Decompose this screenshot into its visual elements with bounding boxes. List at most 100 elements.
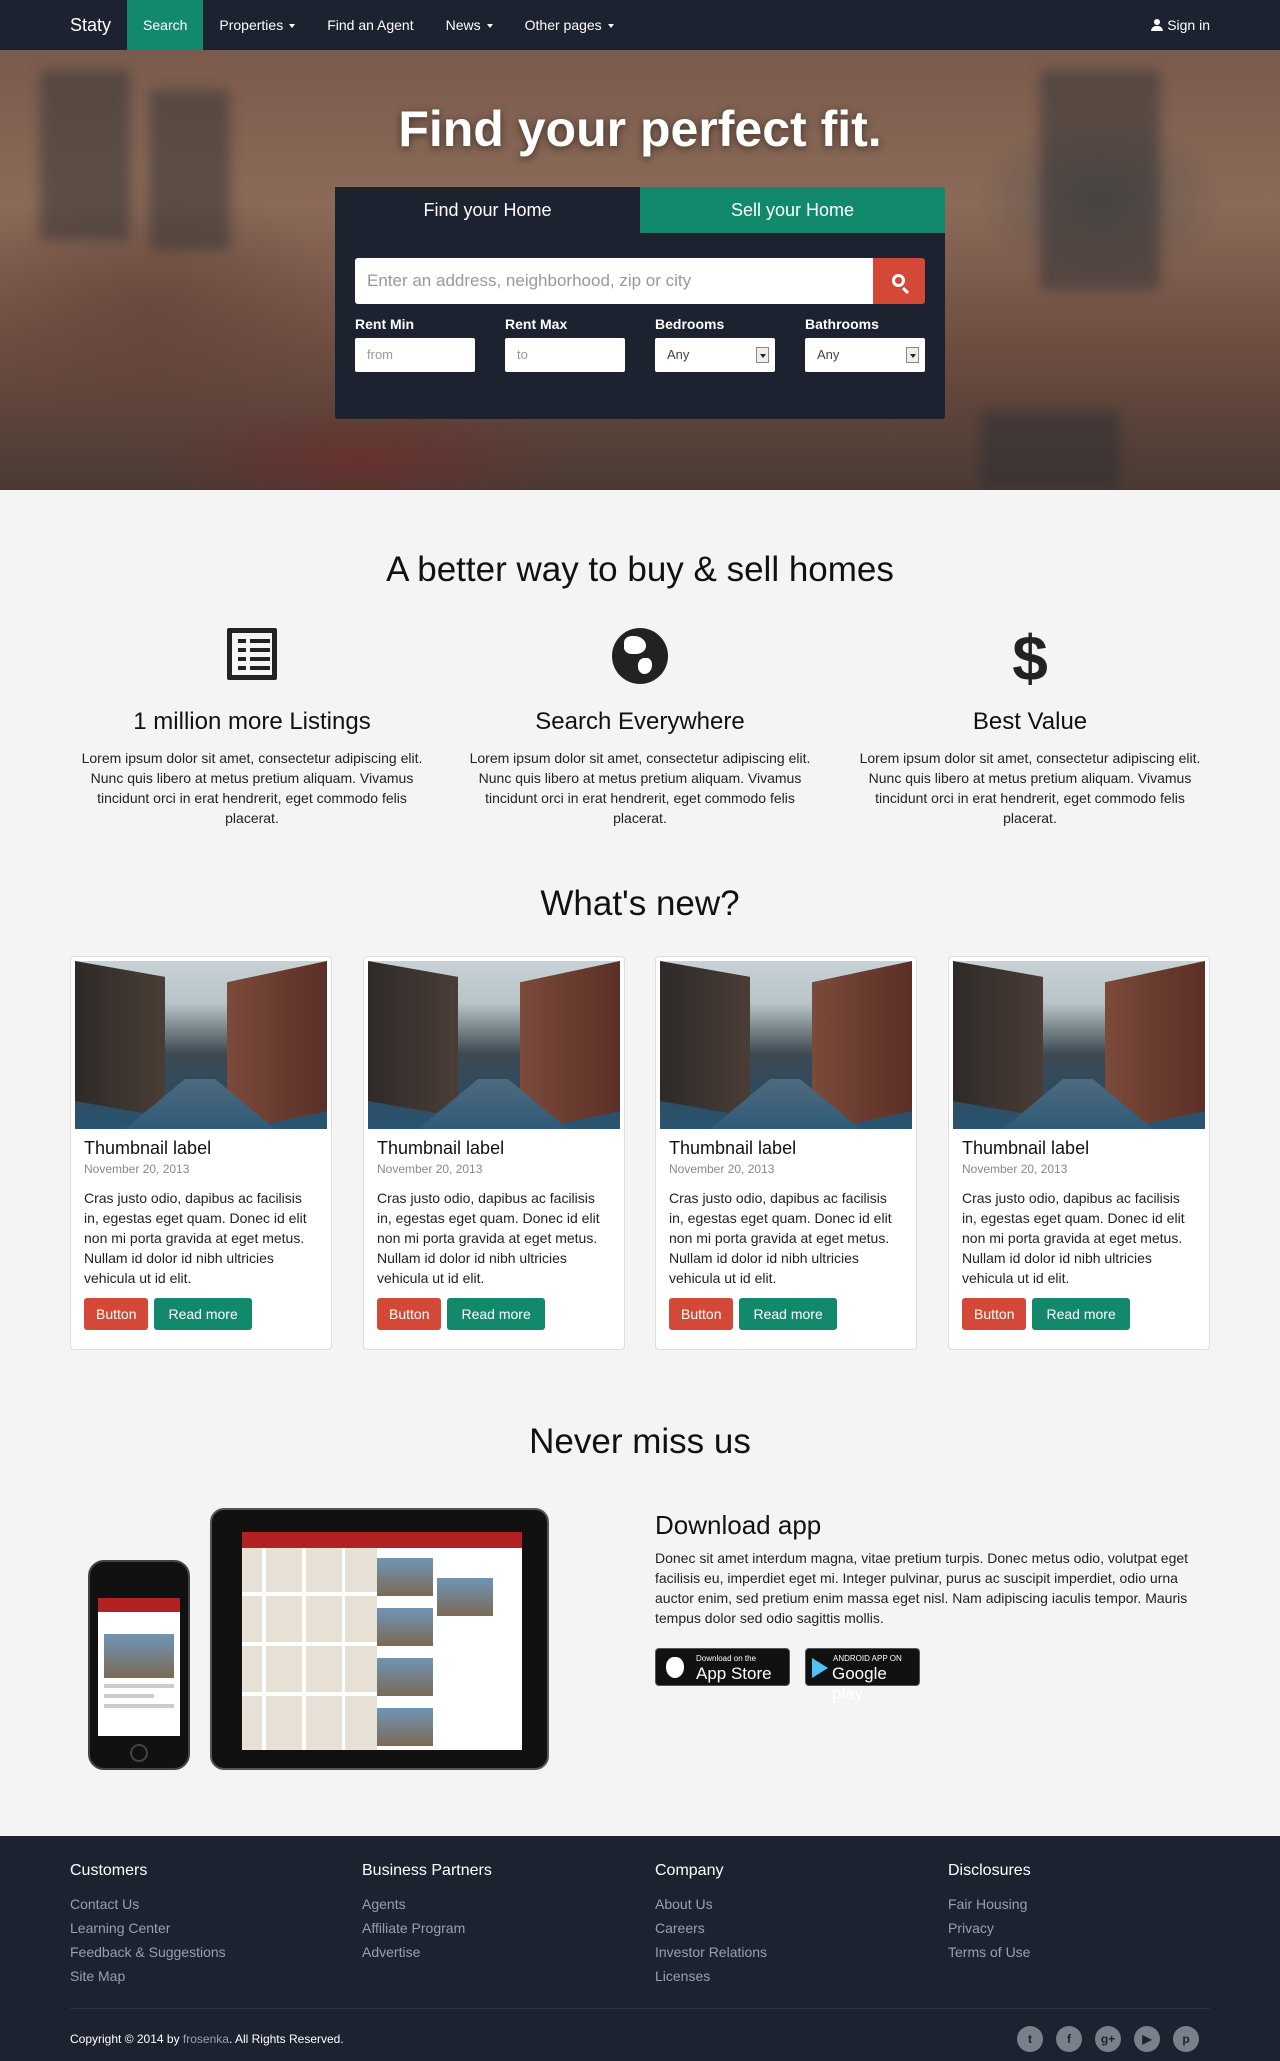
footer-column-title: Customers [70, 1862, 148, 1879]
footer-column-company: Company About Us Careers Investor Relati… [655, 1862, 767, 1988]
filter-label: Rent Max [505, 316, 568, 332]
footer-column-title: Disclosures [948, 1862, 1031, 1879]
footer-link[interactable]: Agents [362, 1892, 492, 1916]
card-button[interactable]: Button [84, 1298, 149, 1330]
footer-link[interactable]: Terms of Use [948, 1940, 1031, 1964]
google-plus-icon[interactable]: g+ [1095, 2026, 1121, 2052]
footer-link[interactable]: Contact Us [70, 1892, 226, 1916]
search-input[interactable] [355, 258, 873, 304]
nav-item-other-pages[interactable]: Other pages [509, 0, 630, 50]
app-store-button[interactable]: Download on the App Store [655, 1648, 790, 1686]
filter-rent-max: Rent Max to [505, 316, 625, 372]
pinterest-icon[interactable]: p [1173, 2026, 1199, 2052]
footer-link[interactable]: Investor Relations [655, 1940, 767, 1964]
footer-link[interactable]: Advertise [362, 1940, 492, 1964]
card-date: November 20, 2013 [669, 1162, 775, 1176]
filter-label: Bathrooms [805, 316, 879, 332]
footer-link[interactable]: Careers [655, 1916, 767, 1940]
read-more-button[interactable]: Read more [1032, 1298, 1130, 1330]
news-card: Thumbnail label November 20, 2013 Cras j… [70, 956, 332, 1350]
tablet-mockup-image [210, 1508, 549, 1770]
google-play-icon [812, 1658, 828, 1678]
rent-max-input[interactable]: to [505, 338, 625, 372]
footer-link[interactable]: Licenses [655, 1964, 767, 1988]
card-title: Thumbnail label [962, 1138, 1090, 1158]
dollar-icon: $ [1012, 622, 1048, 694]
feature-text: Lorem ipsum dolor sit amet, consectetur … [469, 750, 811, 826]
copyright: Copyright © 2014 by frosenka. All Rights… [70, 2032, 344, 2046]
nav-item-search[interactable]: Search [127, 0, 204, 50]
feature-text: Lorem ipsum dolor sit amet, consectetur … [81, 750, 423, 826]
app-title: Download app [655, 1510, 822, 1540]
footer-link[interactable]: Affiliate Program [362, 1916, 492, 1940]
hero-banner: Find your perfect fit. Find your Home Se… [0, 50, 1280, 490]
card-button[interactable]: Button [962, 1298, 1027, 1330]
nav-item-news[interactable]: News [430, 0, 509, 50]
card-thumbnail-image[interactable] [368, 961, 620, 1129]
brand-logo[interactable]: Staty [0, 0, 127, 50]
navbar: Staty Search Properties Find an Agent Ne… [0, 0, 1280, 50]
tab-find-home[interactable]: Find your Home [335, 187, 640, 233]
read-more-button[interactable]: Read more [739, 1298, 837, 1330]
filter-label: Rent Min [355, 316, 415, 332]
card-button[interactable]: Button [377, 1298, 442, 1330]
footer-link[interactable]: Fair Housing [948, 1892, 1031, 1916]
search-button[interactable] [873, 258, 925, 304]
footer-link[interactable]: About Us [655, 1892, 767, 1916]
footer-link[interactable]: Feedback & Suggestions [70, 1940, 226, 1964]
feature-icon-wrap: $ [855, 622, 1205, 694]
app-section-title: Never miss us [529, 1422, 751, 1461]
footer: Customers Contact Us Learning Center Fee… [0, 1836, 1280, 2061]
bathrooms-select[interactable]: Any [805, 338, 925, 372]
nav-item-label: Other pages [524, 17, 602, 33]
nav-item-properties[interactable]: Properties [203, 0, 311, 50]
card-title: Thumbnail label [669, 1138, 797, 1158]
dropdown-arrow-icon [756, 347, 769, 363]
caret-down-icon [486, 24, 493, 29]
footer-column-title: Business Partners [362, 1862, 492, 1879]
card-date: November 20, 2013 [962, 1162, 1068, 1176]
card-date: November 20, 2013 [377, 1162, 483, 1176]
store-small-text: ANDROID APP ON [833, 1654, 902, 1663]
search-icon [892, 274, 905, 287]
news-card: Thumbnail label November 20, 2013 Cras j… [363, 956, 625, 1350]
copyright-author-link[interactable]: frosenka [183, 2032, 229, 2046]
facebook-icon[interactable]: f [1056, 2026, 1082, 2052]
search-tabs: Find your Home Sell your Home [335, 187, 945, 233]
google-play-button[interactable]: ANDROID APP ON Google play [805, 1648, 920, 1703]
card-title: Thumbnail label [84, 1138, 212, 1158]
bedrooms-select[interactable]: Any [655, 338, 775, 372]
card-title: Thumbnail label [377, 1138, 505, 1158]
list-icon [227, 628, 277, 680]
footer-link[interactable]: Site Map [70, 1964, 226, 1988]
filter-label: Bedrooms [655, 316, 725, 332]
feature-listings: 1 million more Listings Lorem ipsum dolo… [77, 628, 427, 828]
news-card: Thumbnail label November 20, 2013 Cras j… [948, 956, 1210, 1350]
read-more-button[interactable]: Read more [154, 1298, 252, 1330]
tablet-screen [242, 1532, 522, 1750]
read-more-button[interactable]: Read more [447, 1298, 545, 1330]
tab-sell-home[interactable]: Sell your Home [640, 187, 945, 233]
twitter-icon[interactable]: t [1017, 2026, 1043, 2052]
youtube-icon[interactable]: ▶ [1134, 2026, 1160, 2052]
signin-link[interactable]: Sign in [1151, 0, 1210, 50]
card-thumbnail-image[interactable] [953, 961, 1205, 1129]
phone-home-button [130, 1744, 148, 1762]
search-box: Find your Home Sell your Home Rent Min f… [335, 187, 945, 419]
rent-min-input[interactable]: from [355, 338, 475, 372]
card-thumbnail-image[interactable] [75, 961, 327, 1129]
footer-column-partners: Business Partners Agents Affiliate Progr… [362, 1862, 492, 1964]
nav-item-find-agent[interactable]: Find an Agent [311, 0, 429, 50]
feature-title: Best Value [972, 708, 1088, 735]
card-thumbnail-image[interactable] [660, 961, 912, 1129]
store-big-text: Google play [832, 1664, 887, 1703]
card-text: Cras justo odio, dapibus ac facilisis in… [84, 1190, 307, 1286]
search-panel: Rent Min from Rent Max to Bedrooms Any B… [335, 233, 945, 419]
footer-link[interactable]: Privacy [948, 1916, 1031, 1940]
filter-rent-min: Rent Min from [355, 316, 475, 372]
filter-bathrooms: Bathrooms Any [805, 316, 925, 372]
nav-item-label: Find an Agent [327, 17, 414, 33]
card-button[interactable]: Button [669, 1298, 734, 1330]
footer-link[interactable]: Learning Center [70, 1916, 226, 1940]
features-title: A better way to buy & sell homes [386, 550, 894, 589]
